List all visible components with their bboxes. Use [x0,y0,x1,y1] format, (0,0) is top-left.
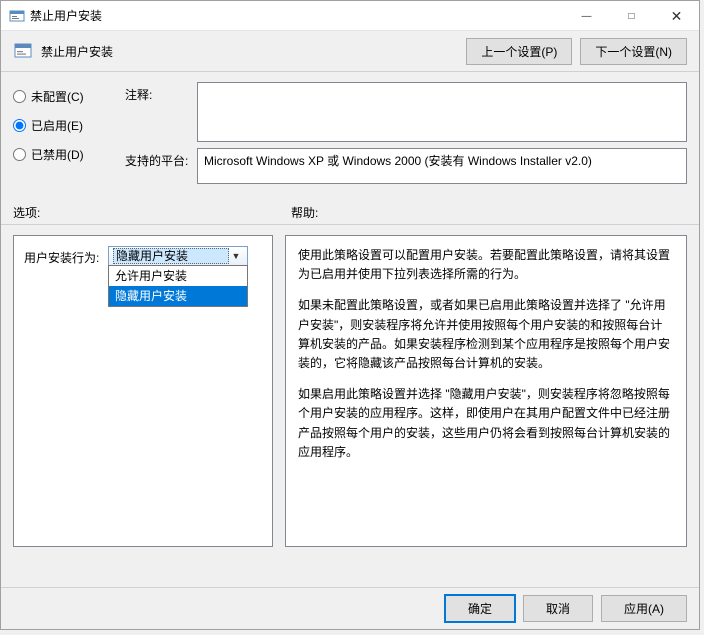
dropdown-item-hide[interactable]: 隐藏用户安装 [109,286,247,306]
options-panel: 用户安装行为: 隐藏用户安装 ▼ 允许用户安装 隐藏用户安装 [13,235,273,547]
header-row: 禁止用户安装 上一个设置(P) 下一个设置(N) [1,31,699,71]
window-title: 禁止用户安装 [30,7,564,24]
close-button[interactable]: ✕ [654,1,699,31]
not-configured-radio[interactable] [13,90,26,103]
chevron-down-icon: ▼ [229,251,243,261]
lower-panels: 用户安装行为: 隐藏用户安装 ▼ 允许用户安装 隐藏用户安装 使用此策略设置可以… [1,225,699,551]
behavior-selected: 隐藏用户安装 [113,248,229,264]
previous-setting-button[interactable]: 上一个设置(P) [466,38,572,65]
window-controls: — □ ✕ [564,1,699,30]
dropdown-item-allow[interactable]: 允许用户安装 [109,266,247,286]
minimize-button[interactable]: — [564,1,609,31]
comment-textarea[interactable] [197,82,687,142]
behavior-combobox[interactable]: 隐藏用户安装 ▼ [108,246,248,266]
next-setting-button[interactable]: 下一个设置(N) [580,38,687,65]
platform-box: Microsoft Windows XP 或 Windows 2000 (安装有… [197,148,687,184]
platform-label: 支持的平台: [125,148,197,184]
maximize-button[interactable]: □ [609,1,654,31]
config-area: 未配置(C) 已启用(E) 已禁用(D) 注释: 支持的平台: Microsof… [1,76,699,194]
section-labels: 选项: 帮助: [1,194,699,222]
help-panel: 使用此策略设置可以配置用户安装。若要配置此策略设置，请将其设置为已启用并使用下拉… [285,235,687,547]
dialog-footer: 确定 取消 应用(A) [1,587,699,629]
policy-title: 禁止用户安装 [41,43,458,60]
apply-button[interactable]: 应用(A) [601,595,687,622]
not-configured-label[interactable]: 未配置(C) [31,88,84,105]
help-section-label: 帮助: [291,204,687,222]
enabled-label[interactable]: 已启用(E) [31,117,83,134]
disabled-label[interactable]: 已禁用(D) [31,146,84,163]
cancel-button[interactable]: 取消 [523,595,593,622]
divider [1,71,699,72]
comment-label: 注释: [125,82,197,142]
titlebar: 禁止用户安装 — □ ✕ [1,1,699,31]
behavior-dropdown: 允许用户安装 隐藏用户安装 [108,265,248,307]
disabled-radio[interactable] [13,148,26,161]
policy-icon [13,41,33,61]
state-radios: 未配置(C) 已启用(E) 已禁用(D) [13,82,125,190]
ok-button[interactable]: 确定 [445,595,515,622]
options-section-label: 选项: [13,204,291,222]
help-paragraph: 如果启用此策略设置并选择 "隐藏用户安装"，则安装程序将忽略按照每个用户安装的应… [298,385,674,462]
settings-dialog: 禁止用户安装 — □ ✕ 禁止用户安装 上一个设置(P) 下一个设置(N) 未配… [0,0,700,630]
help-paragraph: 使用此策略设置可以配置用户安装。若要配置此策略设置，请将其设置为已启用并使用下拉… [298,246,674,284]
enabled-radio[interactable] [13,119,26,132]
help-paragraph: 如果未配置此策略设置，或者如果已启用此策略设置并选择了 "允许用户安装"，则安装… [298,296,674,373]
app-icon [9,8,25,24]
behavior-label: 用户安装行为: [24,246,108,266]
